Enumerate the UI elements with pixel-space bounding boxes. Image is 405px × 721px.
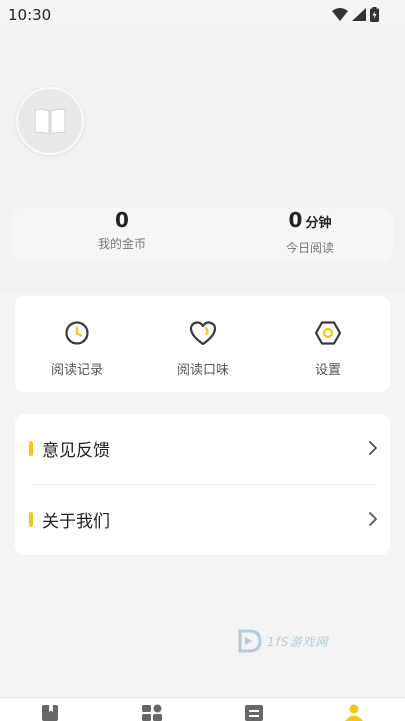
chevron-right-icon (369, 441, 377, 455)
battery-icon (370, 7, 379, 22)
settings-label: 设置 (314, 363, 341, 378)
watermark: 1fS游戏网 (236, 627, 328, 655)
tab-category[interactable] (140, 704, 164, 721)
about-us-item[interactable]: 关于我们 (15, 485, 390, 555)
clock-icon (65, 321, 89, 345)
status-time: 10:30 (8, 6, 52, 24)
status-icons (332, 7, 379, 22)
reading-value: 0 (288, 208, 303, 232)
settings-hexagon-icon (314, 321, 342, 345)
reading-history-button[interactable]: 阅读记录 (32, 318, 122, 378)
reading-unit: 分钟 (305, 216, 332, 231)
status-bar: 10:30 (0, 0, 405, 30)
stats-card: 0 我的金币 0 分钟 今日阅读 (12, 208, 393, 262)
category-icon (142, 704, 162, 721)
feedback-item[interactable]: 意见反馈 (15, 414, 390, 484)
tab-list[interactable] (242, 704, 266, 721)
settings-button[interactable]: 设置 (283, 318, 373, 378)
watermark-text: 1fS游戏网 (267, 634, 329, 649)
accent-bar (29, 512, 33, 527)
reading-taste-label: 阅读口味 (176, 363, 229, 378)
reading-taste-button[interactable]: 阅读口味 (158, 318, 248, 378)
bookshelf-icon (42, 705, 58, 721)
signal-icon (352, 8, 366, 21)
feedback-label: 意见反馈 (42, 441, 110, 461)
book-icon (34, 108, 66, 135)
chevron-right-icon (369, 512, 377, 526)
quick-actions: 阅读记录 阅读口味 设置 (15, 296, 390, 392)
profile-icon (345, 704, 363, 721)
coins-stat[interactable]: 0 我的金币 (62, 208, 182, 252)
avatar[interactable] (16, 87, 84, 155)
menu-card: 意见反馈 关于我们 (15, 414, 390, 555)
reading-stat[interactable]: 0 分钟 今日阅读 (250, 208, 370, 256)
tab-profile[interactable] (342, 704, 366, 721)
wifi-icon (332, 8, 348, 21)
accent-bar (29, 441, 33, 456)
about-us-label: 关于我们 (42, 512, 110, 532)
watermark-logo-icon (238, 629, 262, 653)
list-icon (245, 705, 263, 721)
bottom-tab-bar (0, 697, 405, 721)
reading-value-row: 0 分钟 (250, 208, 370, 236)
reading-history-label: 阅读记录 (50, 363, 103, 378)
heart-icon (189, 321, 217, 346)
coins-label: 我的金币 (97, 237, 146, 251)
coins-value: 0 (115, 208, 129, 232)
tab-bookshelf[interactable] (38, 704, 62, 721)
reading-label: 今日阅读 (285, 241, 334, 255)
